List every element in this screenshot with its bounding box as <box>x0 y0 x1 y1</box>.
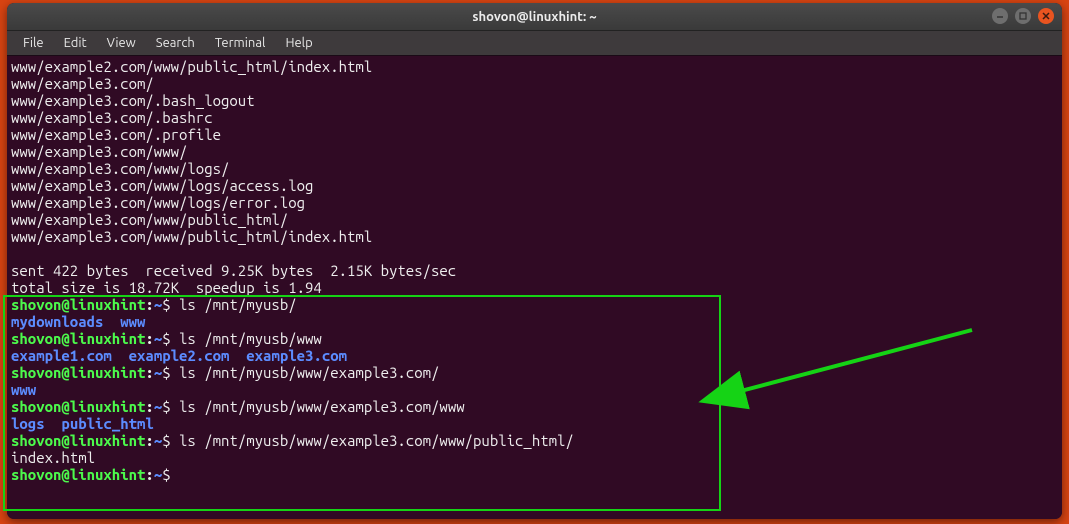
terminal-line: example1.com example2.com example3.com <box>11 347 1058 364</box>
terminal-line: www/example3.com/www/logs/error.log <box>11 194 1058 211</box>
close-icon <box>1042 11 1050 22</box>
terminal-line: shovon@linuxhint:~$ ls /mnt/myusb/www/ex… <box>11 398 1058 415</box>
dir-entry: example2.com <box>129 347 230 364</box>
prompt-userhost: shovon@linuxhint <box>11 432 145 449</box>
terminal-line <box>11 245 1058 262</box>
terminal-line: shovon@linuxhint:~$ ls /mnt/myusb/www <box>11 330 1058 347</box>
prompt-cwd: ~ <box>154 398 162 415</box>
prompt-userhost: shovon@linuxhint <box>11 398 145 415</box>
terminal-line: total size is 18.72K speedup is 1.94 <box>11 279 1058 296</box>
menu-view[interactable]: View <box>99 33 144 53</box>
terminal-line: www/example3.com/.bashrc <box>11 109 1058 126</box>
terminal-line: mydownloads www <box>11 313 1058 330</box>
menu-help[interactable]: Help <box>277 33 320 53</box>
terminal-body[interactable]: www/example2.com/www/public_html/index.h… <box>7 56 1062 519</box>
prompt-command: ls /mnt/myusb/ <box>179 296 297 313</box>
titlebar[interactable]: shovon@linuxhint: ~ <box>7 3 1062 31</box>
terminal-line: www/example3.com/www/public_html/index.h… <box>11 228 1058 245</box>
prompt-cwd: ~ <box>154 296 162 313</box>
menu-search[interactable]: Search <box>148 33 203 53</box>
terminal-line: www/example3.com/www/logs/access.log <box>11 177 1058 194</box>
prompt-userhost: shovon@linuxhint <box>11 466 145 483</box>
dir-entry: www <box>11 381 36 398</box>
dir-entry: mydownloads <box>11 313 103 330</box>
close-button[interactable] <box>1038 8 1054 24</box>
prompt-cwd: ~ <box>154 466 162 483</box>
prompt-cwd: ~ <box>154 330 162 347</box>
maximize-icon <box>1019 11 1027 22</box>
window-title: shovon@linuxhint: ~ <box>7 10 1062 24</box>
menubar: File Edit View Search Terminal Help <box>7 31 1062 56</box>
prompt-cwd: ~ <box>154 432 162 449</box>
prompt-userhost: shovon@linuxhint <box>11 330 145 347</box>
terminal-line: www <box>11 381 1058 398</box>
prompt-command: ls /mnt/myusb/www/example3.com/ <box>179 364 439 381</box>
menu-edit[interactable]: Edit <box>56 33 95 53</box>
terminal-line: shovon@linuxhint:~$ ls /mnt/myusb/www/ex… <box>11 432 1058 449</box>
terminal-line: index.html <box>11 449 1058 466</box>
dir-entry: logs <box>11 415 45 432</box>
dir-entry: example1.com <box>11 347 112 364</box>
window-controls <box>992 8 1054 24</box>
terminal-line: www/example3.com/.bash_logout <box>11 92 1058 109</box>
prompt-command: ls /mnt/myusb/www/example3.com/www/publi… <box>179 432 574 449</box>
maximize-button[interactable] <box>1015 8 1031 24</box>
dir-entry: example3.com <box>246 347 347 364</box>
terminal-line: www/example3.com/www/public_html/ <box>11 211 1058 228</box>
prompt-command: ls /mnt/myusb/www <box>179 330 322 347</box>
terminal-line: www/example3.com/www/logs/ <box>11 160 1058 177</box>
minimize-icon <box>996 11 1004 22</box>
prompt-cwd: ~ <box>154 364 162 381</box>
terminal-line: www/example3.com/www/ <box>11 143 1058 160</box>
terminal-line: shovon@linuxhint:~$ <box>11 466 1058 483</box>
file-entry: index.html <box>11 449 95 466</box>
menu-terminal[interactable]: Terminal <box>207 33 274 53</box>
terminal-line: www/example3.com/ <box>11 75 1058 92</box>
dir-entry: www <box>120 313 145 330</box>
terminal-line: sent 422 bytes received 9.25K bytes 2.15… <box>11 262 1058 279</box>
menu-file[interactable]: File <box>15 33 52 53</box>
terminal-line: www/example2.com/www/public_html/index.h… <box>11 58 1058 75</box>
prompt-userhost: shovon@linuxhint <box>11 364 145 381</box>
dir-entry: public_html <box>61 415 153 432</box>
minimize-button[interactable] <box>992 8 1008 24</box>
prompt-userhost: shovon@linuxhint <box>11 296 145 313</box>
terminal-line: shovon@linuxhint:~$ ls /mnt/myusb/ <box>11 296 1058 313</box>
terminal-line: logs public_html <box>11 415 1058 432</box>
terminal-window: shovon@linuxhint: ~ File Edit View Sea <box>7 3 1062 519</box>
prompt-command: ls /mnt/myusb/www/example3.com/www <box>179 398 465 415</box>
terminal-line: shovon@linuxhint:~$ ls /mnt/myusb/www/ex… <box>11 364 1058 381</box>
terminal-line: www/example3.com/.profile <box>11 126 1058 143</box>
